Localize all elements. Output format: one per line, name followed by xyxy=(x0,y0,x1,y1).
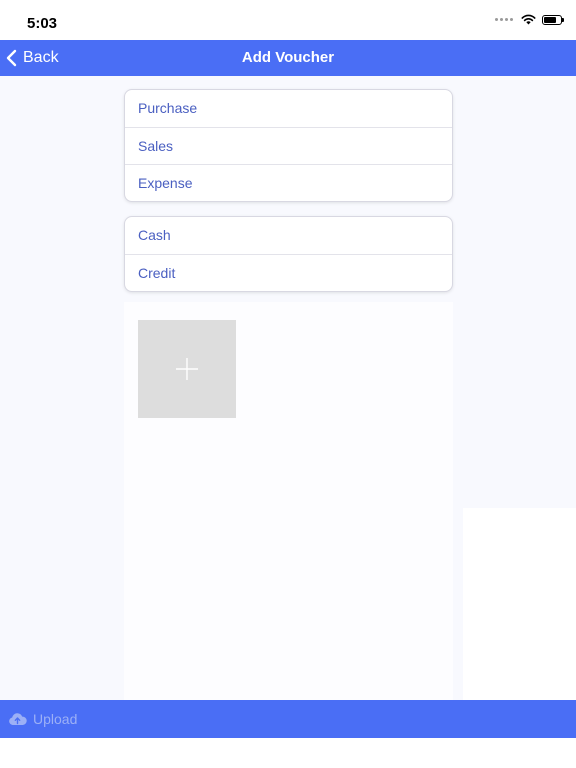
status-time: 5:03 xyxy=(27,15,58,32)
bottom-toolbar: Upload xyxy=(0,700,576,738)
plus-icon xyxy=(176,358,198,380)
status-icons xyxy=(495,14,564,25)
home-indicator-area xyxy=(0,738,576,768)
battery-icon xyxy=(542,14,564,25)
voucher-type-sales[interactable]: Sales xyxy=(125,127,452,164)
add-image-button[interactable] xyxy=(138,320,236,418)
voucher-type-list: Purchase Sales Expense xyxy=(124,89,453,202)
page-title: Add Voucher xyxy=(241,49,335,66)
wifi-icon xyxy=(521,14,536,25)
upload-button[interactable]: Upload xyxy=(8,700,77,738)
voucher-type-expense[interactable]: Expense xyxy=(125,164,452,201)
signal-icon xyxy=(495,18,513,21)
image-panel xyxy=(124,302,453,700)
status-bar: 5:03 xyxy=(0,0,576,40)
cloud-upload-icon xyxy=(9,713,27,725)
payment-mode-credit[interactable]: Credit xyxy=(125,254,452,291)
voucher-type-purchase[interactable]: Purchase xyxy=(125,90,452,127)
payment-mode-list: Cash Credit xyxy=(124,216,453,292)
navigation-bar: Back Add Voucher xyxy=(0,40,576,76)
upload-label: Upload xyxy=(33,711,78,727)
payment-mode-cash[interactable]: Cash xyxy=(125,217,452,254)
side-panel xyxy=(463,508,576,700)
